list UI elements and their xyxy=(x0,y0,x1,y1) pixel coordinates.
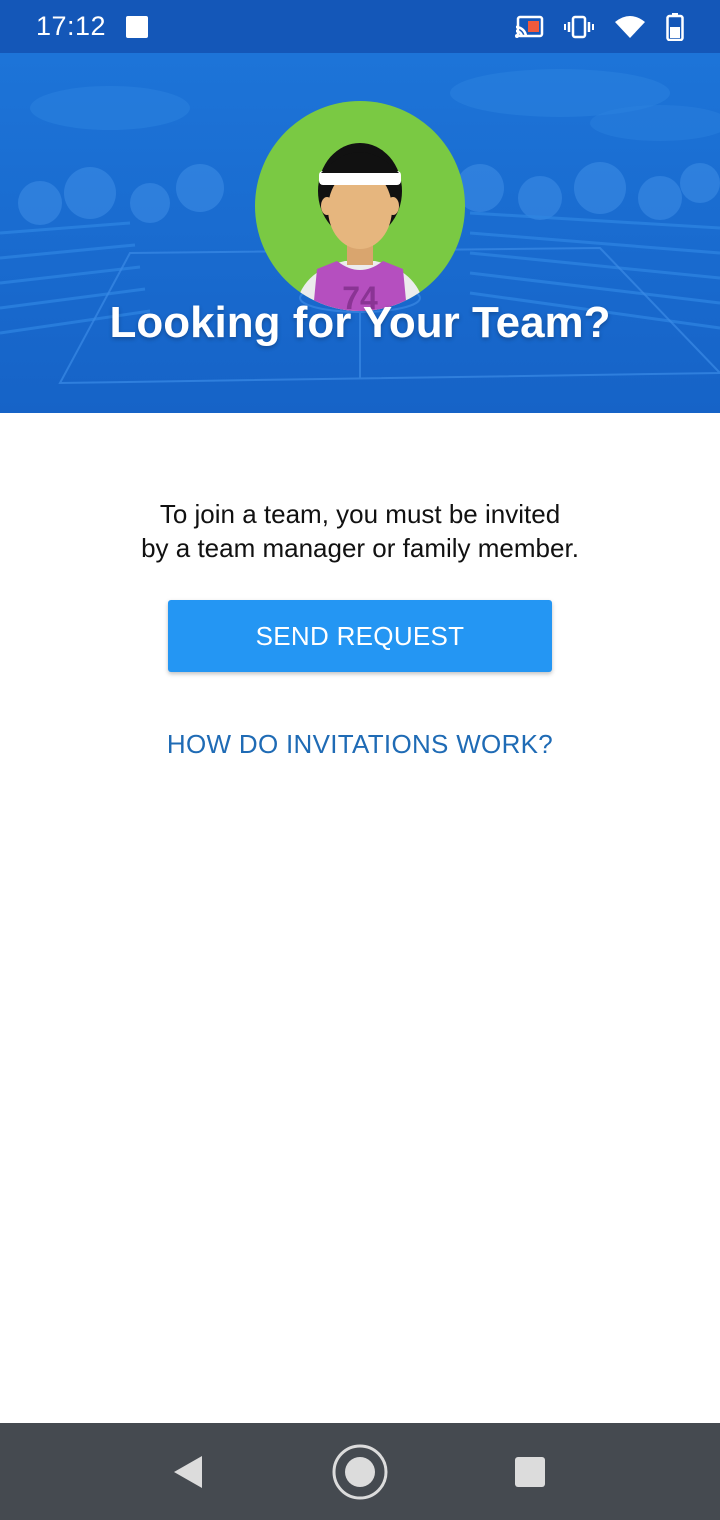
home-icon xyxy=(332,1444,388,1500)
info-text-line-1: To join a team, you must be invited xyxy=(159,499,561,529)
status-left: 17:12 xyxy=(36,11,149,42)
info-text-line-2: by a team manager or family member. xyxy=(141,533,579,563)
system-nav-bar xyxy=(0,1423,720,1520)
cast-icon xyxy=(515,15,544,38)
player-avatar: 74 xyxy=(255,101,465,311)
home-button[interactable] xyxy=(330,1442,390,1502)
page-title: Looking for Your Team? xyxy=(109,298,611,347)
basketball-player-icon: 74 xyxy=(295,143,425,311)
notification-square-icon xyxy=(126,15,149,38)
status-time: 17:12 xyxy=(36,11,107,41)
battery-icon xyxy=(666,12,684,41)
hero-banner: 74 Looking for Your Team? xyxy=(0,53,720,413)
back-button[interactable] xyxy=(166,1450,210,1494)
send-request-button[interactable]: SEND REQUEST xyxy=(168,600,552,672)
status-right xyxy=(514,12,684,41)
vibrate-icon xyxy=(564,15,594,38)
recents-icon xyxy=(515,1457,545,1487)
wifi-icon xyxy=(615,15,645,38)
recents-button[interactable] xyxy=(508,1450,552,1494)
status-bar: 17:12 xyxy=(0,0,720,53)
info-text: To join a team, you must be invited by a… xyxy=(60,497,660,565)
how-invitations-work-link[interactable]: HOW DO INVITATIONS WORK? xyxy=(60,729,660,760)
main-content: To join a team, you must be invited by a… xyxy=(0,413,720,1423)
back-icon xyxy=(174,1456,202,1488)
